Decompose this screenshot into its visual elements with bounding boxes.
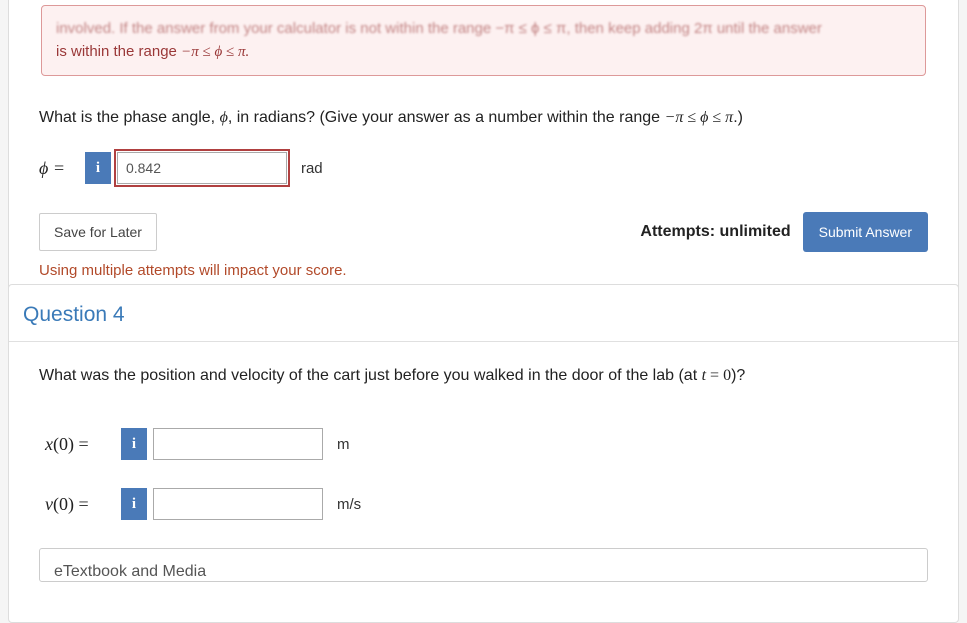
info-button-x[interactable]: i [121, 428, 147, 460]
prompt-range: −π ≤ ϕ ≤ π [665, 109, 734, 126]
hint-prefix: is within the range [56, 43, 181, 60]
hint-box: involved. If the answer from your calcul… [41, 5, 926, 76]
q4-prompt-prefix: What was the position and velocity of th… [39, 367, 702, 384]
prompt-prefix: What is the phase angle, [39, 109, 220, 126]
question-prompt: What is the phase angle, ϕ, in radians? … [39, 106, 928, 130]
submit-answer-button[interactable]: Submit Answer [803, 212, 928, 252]
hint-math: −π ≤ ϕ ≤ π. [181, 44, 249, 60]
prompt-mid: , in radians? (Give your answer as a num… [228, 109, 665, 126]
info-button-v[interactable]: i [121, 488, 147, 520]
x0-input[interactable] [153, 428, 323, 460]
answer-row-v: v(0) = i m/s [39, 488, 928, 520]
hint-text-line2: is within the range −π ≤ ϕ ≤ π. [56, 41, 911, 64]
attempts-label: Attempts: unlimited [640, 223, 790, 241]
q4-prompt-t: t [702, 367, 706, 384]
question-header: Question 4 [9, 285, 958, 342]
v0-label: v(0) = [45, 494, 107, 515]
question-4-card: Question 4 What was the position and vel… [8, 284, 959, 623]
prompt-phi: ϕ [220, 109, 228, 126]
answer-row-phi: ϕ = i rad [39, 152, 928, 184]
warn-line1: Using multiple attempts will impact your… [39, 260, 928, 283]
right-actions: Attempts: unlimited Submit Answer [640, 212, 928, 252]
v0-unit: m/s [337, 496, 361, 513]
prompt-suffix: .) [733, 109, 743, 126]
v0-input[interactable] [153, 488, 323, 520]
x0-unit: m [337, 436, 350, 453]
info-button[interactable]: i [85, 152, 111, 184]
question-title: Question 4 [23, 303, 944, 327]
answer-row-x: x(0) = i m [39, 428, 928, 460]
phi-input[interactable] [117, 152, 287, 184]
x0-label: x(0) = [45, 434, 107, 455]
q4-prompt-eq: = 0 [710, 367, 731, 384]
question-4-prompt: What was the position and velocity of th… [39, 364, 928, 388]
q4-prompt-suffix: )? [731, 367, 745, 384]
actions-row: Save for Later Attempts: unlimited Submi… [39, 212, 928, 252]
question-3-card: involved. If the answer from your calcul… [8, 0, 959, 326]
save-for-later-button[interactable]: Save for Later [39, 213, 157, 251]
hint-text-line1: involved. If the answer from your calcul… [56, 18, 911, 41]
phi-label: ϕ = [39, 158, 65, 179]
phi-unit: rad [301, 160, 323, 177]
